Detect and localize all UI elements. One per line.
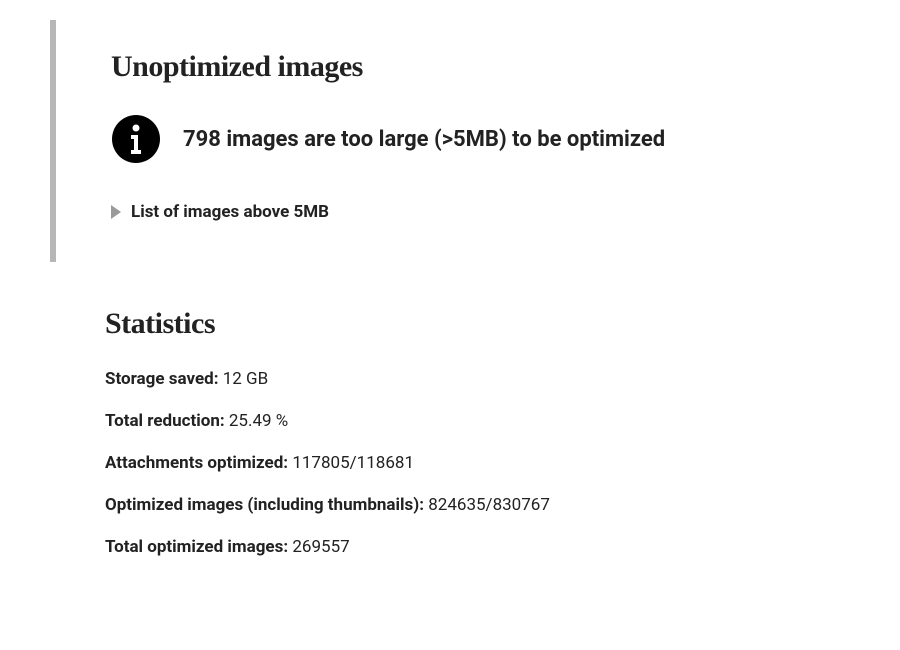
stat-optimized-images: Optimized images (including thumbnails):… bbox=[105, 495, 900, 515]
stat-label: Total reduction: bbox=[105, 411, 225, 431]
expand-list-toggle[interactable]: List of images above 5MB bbox=[111, 202, 860, 222]
stat-value: 12 GB bbox=[223, 369, 269, 389]
stat-label: Total optimized images: bbox=[105, 537, 288, 557]
unoptimized-heading: Unoptimized images bbox=[111, 50, 860, 84]
stat-value: 824635/830767 bbox=[428, 495, 550, 515]
stat-value: 117805/118681 bbox=[292, 453, 414, 473]
info-row: 798 images are too large (>5MB) to be op… bbox=[111, 114, 860, 164]
info-icon bbox=[111, 114, 161, 164]
stat-value: 25.49 % bbox=[229, 411, 288, 431]
statistics-section: Statistics Storage saved: 12 GB Total re… bbox=[105, 292, 900, 557]
stat-value: 269557 bbox=[292, 537, 349, 557]
stat-attachments-optimized: Attachments optimized: 117805/118681 bbox=[105, 453, 900, 473]
info-message: 798 images are too large (>5MB) to be op… bbox=[183, 127, 665, 152]
stat-label: Optimized images (including thumbnails): bbox=[105, 495, 424, 515]
stat-storage-saved: Storage saved: 12 GB bbox=[105, 369, 900, 389]
stat-total-optimized: Total optimized images: 269557 bbox=[105, 537, 900, 557]
stat-total-reduction: Total reduction: 25.49 % bbox=[105, 411, 900, 431]
unoptimized-panel: Unoptimized images 798 images are too la… bbox=[50, 20, 900, 262]
statistics-heading: Statistics bbox=[105, 307, 900, 341]
triangle-right-icon bbox=[111, 205, 121, 219]
stat-label: Attachments optimized: bbox=[105, 453, 288, 473]
stat-label: Storage saved: bbox=[105, 369, 219, 389]
expand-label: List of images above 5MB bbox=[131, 202, 329, 222]
